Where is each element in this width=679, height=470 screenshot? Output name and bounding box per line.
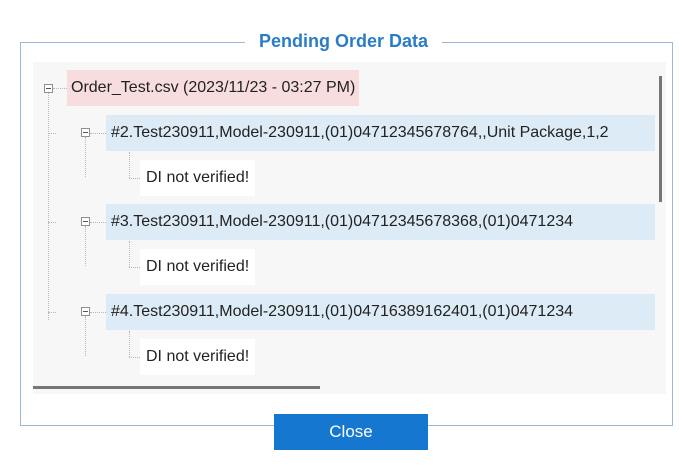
order-tree-view[interactable]: Order_Test.csv (2023/11/23 - 03:27 PM) #…	[33, 62, 666, 394]
tree-root-file[interactable]: Order_Test.csv (2023/11/23 - 03:27 PM)	[67, 70, 360, 106]
tree-connector	[129, 331, 130, 357]
tree-leaf-status[interactable]: DI not verified!	[140, 249, 256, 285]
collapse-icon[interactable]	[44, 84, 53, 93]
tree-row-order-4[interactable]: #4.Test230911,Model-230911,(01)047163891…	[106, 294, 655, 330]
collapse-icon[interactable]	[81, 307, 90, 316]
tree-connector	[90, 222, 106, 223]
tree-connector	[48, 222, 56, 223]
collapse-icon[interactable]	[81, 128, 90, 137]
tree-connector	[53, 88, 67, 89]
tree-row-order-2[interactable]: #2.Test230911,Model-230911,(01)047123456…	[106, 115, 655, 151]
tree-connector	[90, 133, 106, 134]
tree-connector	[48, 133, 56, 134]
tree-connector	[129, 152, 130, 178]
tree-leaf-status[interactable]: DI not verified!	[140, 160, 256, 196]
tree-connector	[129, 267, 140, 268]
tree-leaf-status[interactable]: DI not verified!	[140, 339, 256, 375]
close-button[interactable]: Close	[274, 414, 428, 450]
tree-connector	[129, 241, 130, 267]
tree-connector	[85, 316, 86, 356]
tree-connector	[85, 226, 86, 266]
tree-connector	[129, 357, 140, 358]
tree-row-order-3[interactable]: #3.Test230911,Model-230911,(01)047123456…	[106, 204, 655, 240]
tree-connector	[48, 312, 56, 313]
pending-order-dialog: Pending Order Data Order_Test.csv (2023/…	[0, 0, 679, 470]
tree-connector	[129, 178, 140, 179]
tree-connector	[90, 312, 106, 313]
horizontal-scrollbar[interactable]	[33, 386, 320, 389]
tree-viewport: Order_Test.csv (2023/11/23 - 03:27 PM) #…	[33, 62, 655, 384]
group-title: Pending Order Data	[245, 29, 443, 53]
tree-connector	[85, 137, 86, 177]
vertical-scrollbar[interactable]	[659, 76, 662, 202]
tree-connector	[48, 93, 49, 320]
collapse-icon[interactable]	[81, 217, 90, 226]
